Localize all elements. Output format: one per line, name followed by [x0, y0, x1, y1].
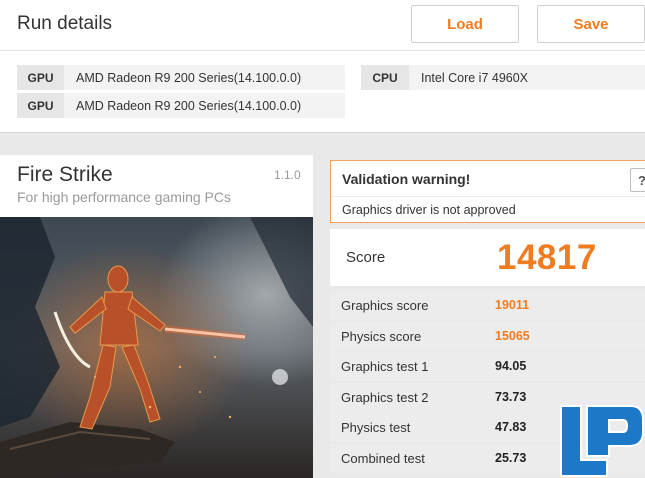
result-value: 15065 — [495, 329, 530, 343]
result-value: 19011 — [495, 298, 530, 312]
run-details-title: Run details — [17, 13, 113, 34]
benchmark-artwork — [0, 217, 313, 478]
result-label: Graphics test 2 — [341, 390, 429, 405]
gpu-1-value: AMD Radeon R9 200 Series(14.100.0.0) — [64, 65, 345, 90]
result-label: Combined test — [341, 451, 425, 466]
question-mark-icon[interactable]: ? — [630, 168, 645, 192]
validation-divider — [331, 196, 645, 197]
run-details-panel: Run details Load Save GPU AMD Radeon R9 … — [0, 0, 645, 133]
result-value: 73.73 — [495, 390, 527, 404]
gpu-2-value: AMD Radeon R9 200 Series(14.100.0.0) — [64, 93, 345, 118]
cpu-value: Intel Core i7 4960X — [409, 65, 645, 90]
gpu-2-label: GPU — [17, 93, 64, 118]
result-value: 47.83 — [495, 420, 527, 434]
legit-reviews-logo — [560, 405, 644, 477]
result-label: Graphics score — [341, 298, 429, 313]
result-row: Graphics score 19011 — [330, 291, 645, 320]
result-value: 94.05 — [495, 359, 527, 373]
header-divider — [0, 50, 645, 51]
benchmark-version: 1.1.0 — [274, 168, 301, 182]
load-button[interactable]: Load — [411, 5, 519, 43]
validation-message: Graphics driver is not approved — [342, 203, 516, 217]
score-label: Score — [346, 249, 386, 266]
benchmark-card: Fire Strike For high performance gaming … — [0, 155, 313, 478]
validation-warning: Validation warning! ? Graphics driver is… — [330, 160, 645, 223]
result-row: Physics score 15065 — [330, 322, 645, 351]
result-label: Graphics test 1 — [341, 359, 429, 374]
validation-title: Validation warning! — [342, 171, 471, 187]
benchmark-title: Fire Strike — [17, 163, 113, 186]
cpu-label: CPU — [361, 65, 409, 90]
result-value: 25.73 — [495, 451, 527, 465]
gpu-1-label: GPU — [17, 65, 64, 90]
save-button[interactable]: Save — [537, 5, 645, 43]
result-label: Physics score — [341, 329, 422, 344]
score-panel: Score 14817 — [330, 229, 645, 286]
result-row: Graphics test 1 94.05 — [330, 352, 645, 381]
result-label: Physics test — [341, 420, 411, 435]
benchmark-subtitle: For high performance gaming PCs — [17, 189, 231, 205]
score-value: 14817 — [497, 238, 597, 277]
